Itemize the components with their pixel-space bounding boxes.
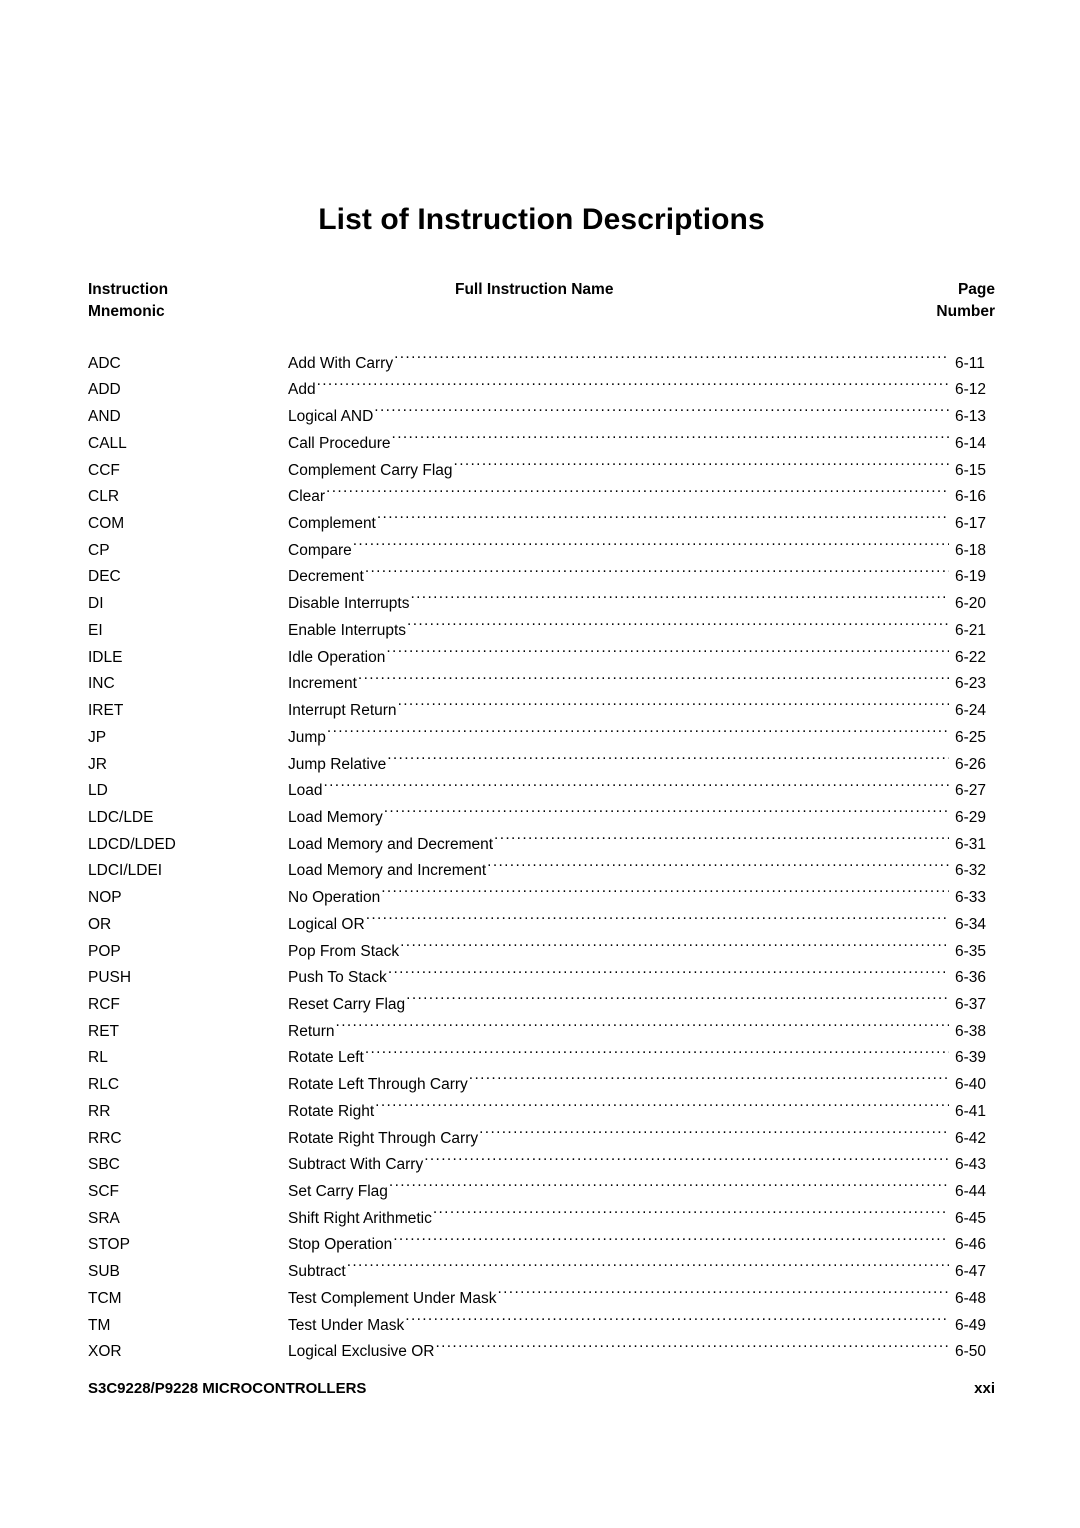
dot-leader (394, 341, 949, 368)
dot-leader (388, 956, 949, 983)
table-row[interactable]: SRAShift Right Arithmetic6-45 (88, 1196, 995, 1227)
dot-leader (454, 448, 949, 475)
dot-leader (433, 1196, 949, 1223)
dot-leader (424, 1143, 949, 1170)
column-header-name: Full Instruction Name (455, 279, 613, 301)
dot-leader (392, 421, 949, 448)
instruction-name: Logical Exclusive OR (288, 1343, 435, 1361)
dot-leader (374, 394, 949, 421)
table-row[interactable]: LDCD/LDEDLoad Memory and Decrement6-31 (88, 822, 995, 853)
dot-leader (410, 581, 949, 608)
dot-leader (366, 902, 949, 929)
column-header-mnemonic: Instruction Mnemonic (88, 279, 168, 323)
table-row[interactable]: DIDisable Interrupts6-20 (88, 581, 995, 612)
dot-leader (487, 849, 949, 876)
dot-leader (336, 1009, 949, 1036)
table-row[interactable]: PUSHPush To Stack6-36 (88, 956, 995, 987)
column-header-mnemonic-line1: Instruction (88, 281, 169, 298)
table-row[interactable]: IRETInterrupt Return6-24 (88, 688, 995, 719)
dot-leader (384, 795, 949, 822)
table-row[interactable]: RLCRotate Left Through Carry6-40 (88, 1062, 995, 1093)
instruction-list: ADCAdd With Carry6-11ADDAdd6-12ANDLogica… (88, 341, 995, 1361)
table-row[interactable]: ORLogical OR6-34 (88, 902, 995, 933)
dot-leader (469, 1062, 949, 1089)
table-row[interactable]: JRJump Relative6-26 (88, 742, 995, 773)
column-header-page-line2: Number (936, 303, 995, 320)
table-row[interactable]: RRRotate Right6-41 (88, 1089, 995, 1120)
table-row[interactable]: SUBSubtract6-47 (88, 1249, 995, 1280)
table-row[interactable]: CLRClear6-16 (88, 475, 995, 506)
column-header-name-line1: Full Instruction Name (455, 281, 614, 298)
table-row[interactable]: POPPop From Stack6-35 (88, 929, 995, 960)
dot-leader (405, 1303, 949, 1330)
table-row[interactable]: CALLCall Procedure6-14 (88, 421, 995, 452)
column-header-page: Page Number (936, 279, 995, 323)
dot-leader (365, 555, 949, 582)
table-row[interactable]: TMTest Under Mask6-49 (88, 1303, 995, 1334)
table-row[interactable]: RETReturn6-38 (88, 1009, 995, 1040)
table-row[interactable]: DECDecrement6-19 (88, 555, 995, 586)
dot-leader (393, 1223, 949, 1250)
table-column-headers: Instruction Mnemonic Full Instruction Na… (88, 279, 995, 329)
dot-leader (398, 688, 949, 715)
footer-page-number: xxi (974, 1380, 995, 1397)
table-row[interactable]: INCIncrement6-23 (88, 662, 995, 693)
dot-leader (317, 368, 949, 395)
table-row[interactable]: LDC/LDELoad Memory6-29 (88, 795, 995, 826)
table-row[interactable]: ANDLogical AND6-13 (88, 394, 995, 425)
instruction-name-wrap: Logical Exclusive OR (288, 1330, 950, 1366)
page-title: List of Instruction Descriptions (318, 203, 765, 237)
page-footer: S3C9228/P9228 MICROCONTROLLERS xxi (88, 1380, 995, 1402)
table-row[interactable]: SCFSet Carry Flag6-44 (88, 1169, 995, 1200)
dot-leader (387, 742, 949, 769)
table-row[interactable]: NOPNo Operation6-33 (88, 875, 995, 906)
table-row[interactable]: IDLEIdle Operation6-22 (88, 635, 995, 666)
dot-leader (407, 608, 949, 635)
dot-leader (400, 929, 949, 956)
table-row[interactable]: ADDAdd6-12 (88, 368, 995, 399)
dot-leader (365, 1036, 949, 1063)
table-row[interactable]: TCMTest Complement Under Mask6-48 (88, 1276, 995, 1307)
dot-leader (326, 475, 949, 502)
table-row[interactable]: RCFReset Carry Flag6-37 (88, 982, 995, 1013)
dot-leader (381, 875, 949, 902)
dot-leader (327, 715, 949, 742)
table-row[interactable]: JPJump6-25 (88, 715, 995, 746)
table-row[interactable]: RLRotate Left6-39 (88, 1036, 995, 1067)
table-row[interactable]: STOPStop Operation6-46 (88, 1223, 995, 1254)
table-row[interactable]: LDCI/LDEILoad Memory and Increment6-32 (88, 849, 995, 880)
document-page: List of Instruction Descriptions Instruc… (0, 0, 1080, 1528)
column-header-mnemonic-line2: Mnemonic (88, 303, 165, 320)
table-row[interactable]: XOR Logical Exclusive OR 6-50 (88, 1330, 995, 1361)
dot-leader (323, 769, 949, 796)
dot-leader (479, 1116, 949, 1143)
dot-leader (347, 1249, 949, 1276)
instruction-mnemonic: XOR (88, 1343, 122, 1361)
dot-leader (494, 822, 949, 849)
table-row[interactable]: SBCSubtract With Carry6-43 (88, 1143, 995, 1174)
table-row[interactable]: ADCAdd With Carry6-11 (88, 341, 995, 372)
dot-leader (377, 501, 949, 528)
table-row[interactable]: CPCompare6-18 (88, 528, 995, 559)
dot-leader (358, 662, 949, 689)
table-row[interactable]: LDLoad6-27 (88, 769, 995, 800)
table-row[interactable]: RRCRotate Right Through Carry6-42 (88, 1116, 995, 1147)
page-number: 6-50 (955, 1343, 987, 1361)
dot-leader (353, 528, 949, 555)
table-row[interactable]: COMComplement6-17 (88, 501, 995, 532)
dot-leader (375, 1089, 949, 1116)
dot-leader (435, 1330, 949, 1357)
dot-leader (497, 1276, 949, 1303)
footer-document-name: S3C9228/P9228 MICROCONTROLLERS (88, 1380, 367, 1397)
dot-leader (406, 982, 949, 1009)
dot-leader (389, 1169, 949, 1196)
table-row[interactable]: EIEnable Interrupts6-21 (88, 608, 995, 639)
column-header-page-line1: Page (957, 281, 995, 298)
table-row[interactable]: CCFComplement Carry Flag6-15 (88, 448, 995, 479)
dot-leader (386, 635, 949, 662)
